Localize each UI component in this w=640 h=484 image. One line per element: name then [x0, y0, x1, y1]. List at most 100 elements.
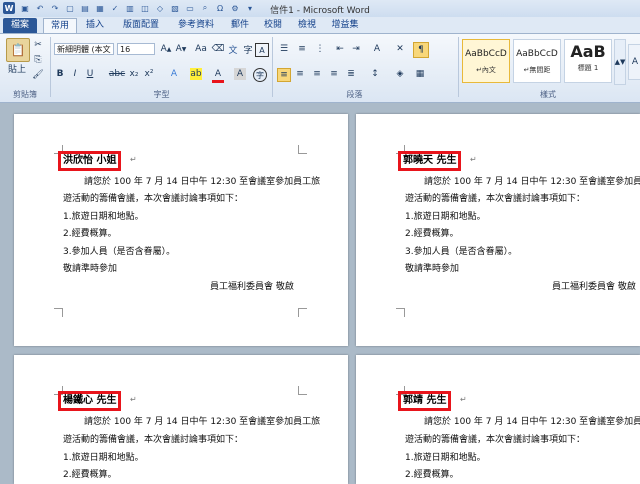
tab-insert[interactable]: 插入: [80, 18, 110, 33]
letter-item-2: 2.經費概算。: [63, 229, 117, 239]
letter-signature: 員工福利委員會 敬啟: [552, 282, 636, 292]
recipient-name: 郭曉天 先生: [398, 151, 462, 171]
document-page[interactable]: 郭靖 先生 ↵ 請您於 100 年 7 月 14 日中午 12:30 至會議室參…: [356, 355, 640, 484]
recipient-name: 楊鐵心 先生: [58, 391, 122, 411]
paragraph-mark: ↵: [470, 155, 477, 164]
character-shading-icon[interactable]: A: [234, 68, 246, 80]
tab-mailings[interactable]: 郵件: [226, 18, 254, 33]
style-no-spacing-label: ↵無間距: [523, 66, 551, 74]
tab-file[interactable]: 檔案: [3, 18, 37, 33]
subscript-icon[interactable]: x₂: [128, 68, 140, 80]
italic-icon[interactable]: I: [69, 68, 81, 80]
align-right-icon[interactable]: ≡: [311, 68, 323, 80]
styles-group-label: 樣式: [540, 90, 556, 99]
chinese-layout-icon[interactable]: A: [370, 43, 384, 55]
ribbon: 📋 貼上 ✂ ⎘ 🖌 剪貼簿 新細明體 (本文 16 A ▲ A ▼ Aa ⌫ 文 …: [0, 33, 640, 103]
strikethrough-icon[interactable]: abc: [109, 68, 125, 80]
recipient-name: 洪欣怡 小姐: [58, 151, 122, 171]
font-size-combo[interactable]: 16: [117, 43, 155, 55]
group-divider: [272, 37, 273, 97]
bullets-icon[interactable]: ☰: [277, 43, 291, 55]
group-divider: [458, 37, 459, 97]
style-heading-1-label: 標題 1: [577, 64, 599, 72]
ribbon-tabs: 檔案 常用 插入 版面配置 參考資料 郵件 校閱 檢視 增益集: [0, 17, 640, 34]
style-normal-sample: AaBbCcD: [465, 49, 507, 59]
crop-mark: [298, 308, 307, 317]
increase-indent-icon[interactable]: ⇥: [350, 43, 362, 55]
format-painter-icon[interactable]: 🖌: [32, 69, 44, 81]
style-normal[interactable]: AaBbCcD ↵內文: [462, 39, 510, 83]
letter-line-1: 請您於 100 年 7 月 14 日中午 12:30 至會議室參加員工旅: [424, 417, 640, 427]
tab-review[interactable]: 校閱: [259, 18, 287, 33]
paste-icon[interactable]: 📋: [6, 38, 30, 62]
cut-icon[interactable]: ✂: [32, 39, 44, 51]
underline-icon[interactable]: U: [84, 68, 96, 80]
shrink-font-icon[interactable]: A ▼: [175, 43, 187, 55]
window-title: 信件1 - Microsoft Word: [270, 6, 370, 16]
numbering-icon[interactable]: ≡: [295, 43, 309, 55]
font-group-label: 字型: [153, 90, 170, 99]
letter-item-1: 1.旅遊日期和地點。: [405, 212, 486, 222]
multilevel-list-icon[interactable]: ⋮: [313, 43, 327, 55]
letter-closing: 敬請準時參加: [405, 264, 460, 274]
decrease-indent-icon[interactable]: ⇤: [334, 43, 346, 55]
crop-mark: [298, 386, 307, 395]
group-divider: [50, 37, 51, 97]
letter-line-2: 遊活動的籌備會議，本次會議討論事項如下：: [63, 435, 244, 445]
styles-scroll-icon[interactable]: ▲▼: [614, 39, 626, 85]
crop-mark: [298, 145, 307, 154]
crop-mark: [54, 308, 63, 317]
paragraph-mark: ↵: [130, 395, 137, 404]
letter-item-2: 2.經費概算。: [405, 470, 459, 480]
letter-item-3: 3.參加人員（是否含眷屬）。: [405, 247, 518, 257]
change-case-icon[interactable]: Aa: [193, 43, 209, 55]
align-center-icon[interactable]: ≡: [294, 68, 306, 80]
highlight-icon[interactable]: ab: [190, 68, 202, 80]
grow-font-icon[interactable]: A ▲: [160, 43, 172, 55]
show-formatting-marks-icon[interactable]: ¶: [413, 42, 429, 58]
character-border-icon[interactable]: A: [255, 43, 269, 57]
copy-icon[interactable]: ⎘: [32, 54, 44, 66]
distributed-icon[interactable]: ≣: [345, 68, 357, 80]
change-styles-icon[interactable]: A: [628, 44, 640, 80]
recipient-name: 郭靖 先生: [398, 391, 452, 411]
align-left-icon[interactable]: ≡: [277, 68, 291, 82]
enclosed-character-icon[interactable]: 字: [253, 68, 267, 82]
sort-icon[interactable]: ✕: [393, 43, 407, 55]
tab-page-layout[interactable]: 版面配置: [116, 18, 166, 33]
letter-closing: 敬請準時參加: [63, 264, 118, 274]
superscript-icon[interactable]: x²: [143, 68, 155, 80]
letter-item-1: 1.旅遊日期和地點。: [405, 453, 486, 463]
justify-icon[interactable]: ≡: [328, 68, 340, 80]
style-no-spacing[interactable]: AaBbCcD ↵無間距: [513, 39, 561, 83]
borders-icon[interactable]: ▦: [413, 68, 427, 80]
letter-signature: 員工福利委員會 敬啟: [210, 282, 294, 292]
tab-addins[interactable]: 增益集: [327, 18, 363, 33]
tab-home[interactable]: 常用: [43, 18, 77, 34]
crop-mark: [396, 308, 405, 317]
title-bar: W ▣ ↶ ↷ ▢ ▤ ▦ ✓ ▥ ◫ ◇ ▧ ▭ ⌕ Ω ⚙ ▾ 信件1 - …: [0, 0, 640, 18]
tab-view[interactable]: 檢視: [293, 18, 321, 33]
letter-item-1: 1.旅遊日期和地點。: [63, 453, 144, 463]
clear-formatting-icon[interactable]: ⌫: [212, 43, 225, 55]
paste-button[interactable]: 貼上: [4, 62, 30, 75]
line-spacing-icon[interactable]: ↕: [368, 68, 382, 80]
document-page[interactable]: 楊鐵心 先生 ↵ 請您於 100 年 7 月 14 日中午 12:30 至會議室…: [14, 355, 348, 484]
tab-references[interactable]: 參考資料: [172, 18, 220, 33]
clipboard-group-label: 剪貼簿: [13, 90, 37, 99]
font-color-icon[interactable]: A: [212, 68, 224, 83]
enclose-characters-icon[interactable]: 字: [242, 43, 254, 56]
paragraph-group-label: 段落: [346, 90, 363, 99]
text-effects-icon[interactable]: A: [168, 68, 180, 80]
style-heading-1[interactable]: AaB 標題 1: [564, 39, 612, 83]
document-page[interactable]: 郭曉天 先生 ↵ 請您於 100 年 7 月 14 日中午 12:30 至會議室…: [356, 114, 640, 346]
document-page[interactable]: 洪欣怡 小姐 ↵ 請您於 100 年 7 月 14 日中午 12:30 至會議室…: [14, 114, 348, 346]
shading-icon[interactable]: ◈: [393, 68, 407, 80]
letter-line-2: 遊活動的籌備會議，本次會議討論事項如下：: [405, 435, 586, 445]
style-normal-label: ↵內文: [476, 66, 496, 74]
letter-line-1: 請您於 100 年 7 月 14 日中午 12:30 至會議室參加員工旅: [84, 417, 321, 427]
style-heading-1-sample: AaB: [570, 42, 606, 61]
font-name-combo[interactable]: 新細明體 (本文: [54, 43, 114, 55]
bold-icon[interactable]: B: [54, 68, 66, 80]
phonetic-guide-icon[interactable]: 文: [227, 43, 239, 56]
